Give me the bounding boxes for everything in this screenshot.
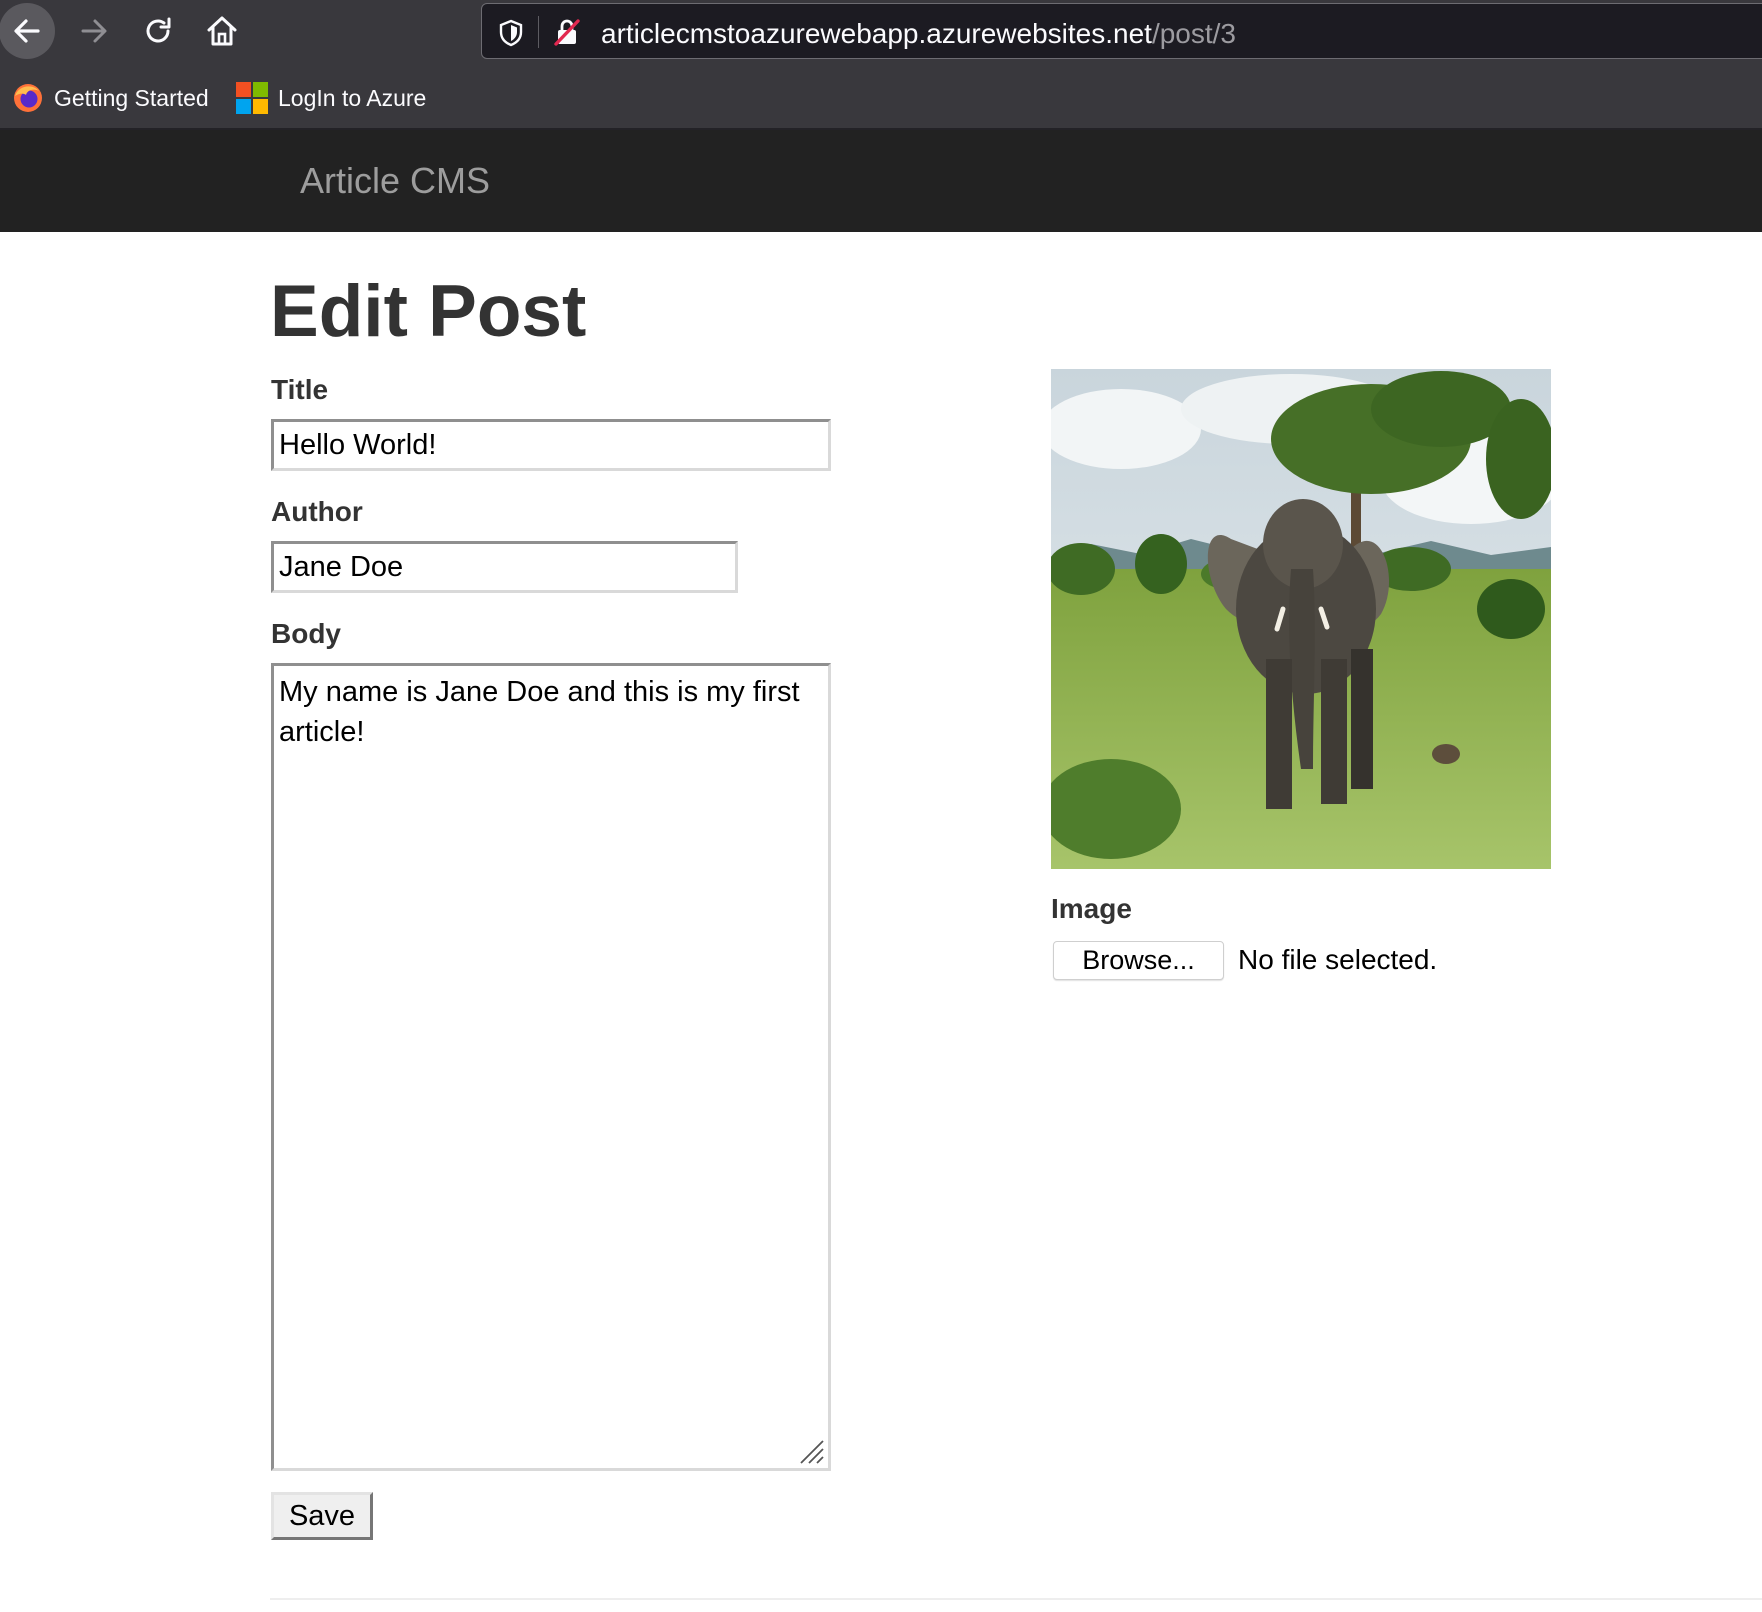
- title-label: Title: [271, 374, 329, 405]
- firefox-icon: [14, 84, 42, 112]
- resize-grip-icon[interactable]: [796, 1436, 826, 1466]
- arrow-left-icon: [14, 19, 40, 43]
- image-label: Image: [1051, 893, 1132, 924]
- page-title: Edit Post: [270, 271, 587, 352]
- bookmark-getting-started[interactable]: Getting Started: [12, 81, 209, 115]
- bookmark-label: LogIn to Azure: [278, 84, 427, 111]
- file-status-text: No file selected.: [1238, 944, 1438, 975]
- home-icon: [207, 16, 237, 46]
- url-path: /post/3: [1151, 18, 1237, 49]
- forward-button[interactable]: [66, 3, 122, 59]
- home-button[interactable]: [194, 3, 250, 59]
- microsoft-logo-icon: [236, 82, 268, 114]
- browser-toolbar: articlecmstoazurewebapp.azurewebsites.ne…: [0, 0, 1762, 66]
- url-host: articlecmstoazurewebapp.azurewebsites.ne…: [601, 18, 1152, 49]
- elephant-photo: [1051, 369, 1551, 869]
- body-textarea[interactable]: My name is Jane Doe and this is my first…: [271, 663, 831, 1471]
- bookmark-label: Getting Started: [54, 84, 209, 111]
- post-image-preview: [1051, 369, 1551, 869]
- bookmarks-bar: Getting Started LogIn to Azure: [0, 66, 1762, 130]
- brand-link[interactable]: Article CMS: [300, 160, 490, 202]
- author-input[interactable]: [271, 541, 738, 593]
- author-label: Author: [271, 496, 363, 527]
- save-button[interactable]: Save: [271, 1492, 373, 1540]
- browse-button[interactable]: Browse...: [1053, 941, 1224, 980]
- address-bar[interactable]: articlecmstoazurewebapp.azurewebsites.ne…: [481, 3, 1762, 59]
- bookmark-login-to-azure[interactable]: LogIn to Azure: [236, 81, 426, 115]
- footer-divider: [270, 1598, 1762, 1600]
- site-navbar: Article CMS: [0, 130, 1762, 232]
- tracking-protection-shield-icon[interactable]: [498, 19, 524, 47]
- url-text[interactable]: articlecmstoazurewebapp.azurewebsites.ne…: [601, 18, 1236, 50]
- address-bar-divider: [538, 16, 539, 48]
- reload-icon: [146, 17, 171, 43]
- reload-button[interactable]: [130, 3, 186, 59]
- insecure-lock-icon[interactable]: [552, 17, 582, 47]
- arrow-right-icon: [81, 19, 107, 43]
- title-input[interactable]: [271, 419, 831, 471]
- back-button[interactable]: [0, 3, 55, 59]
- body-label: Body: [271, 618, 341, 649]
